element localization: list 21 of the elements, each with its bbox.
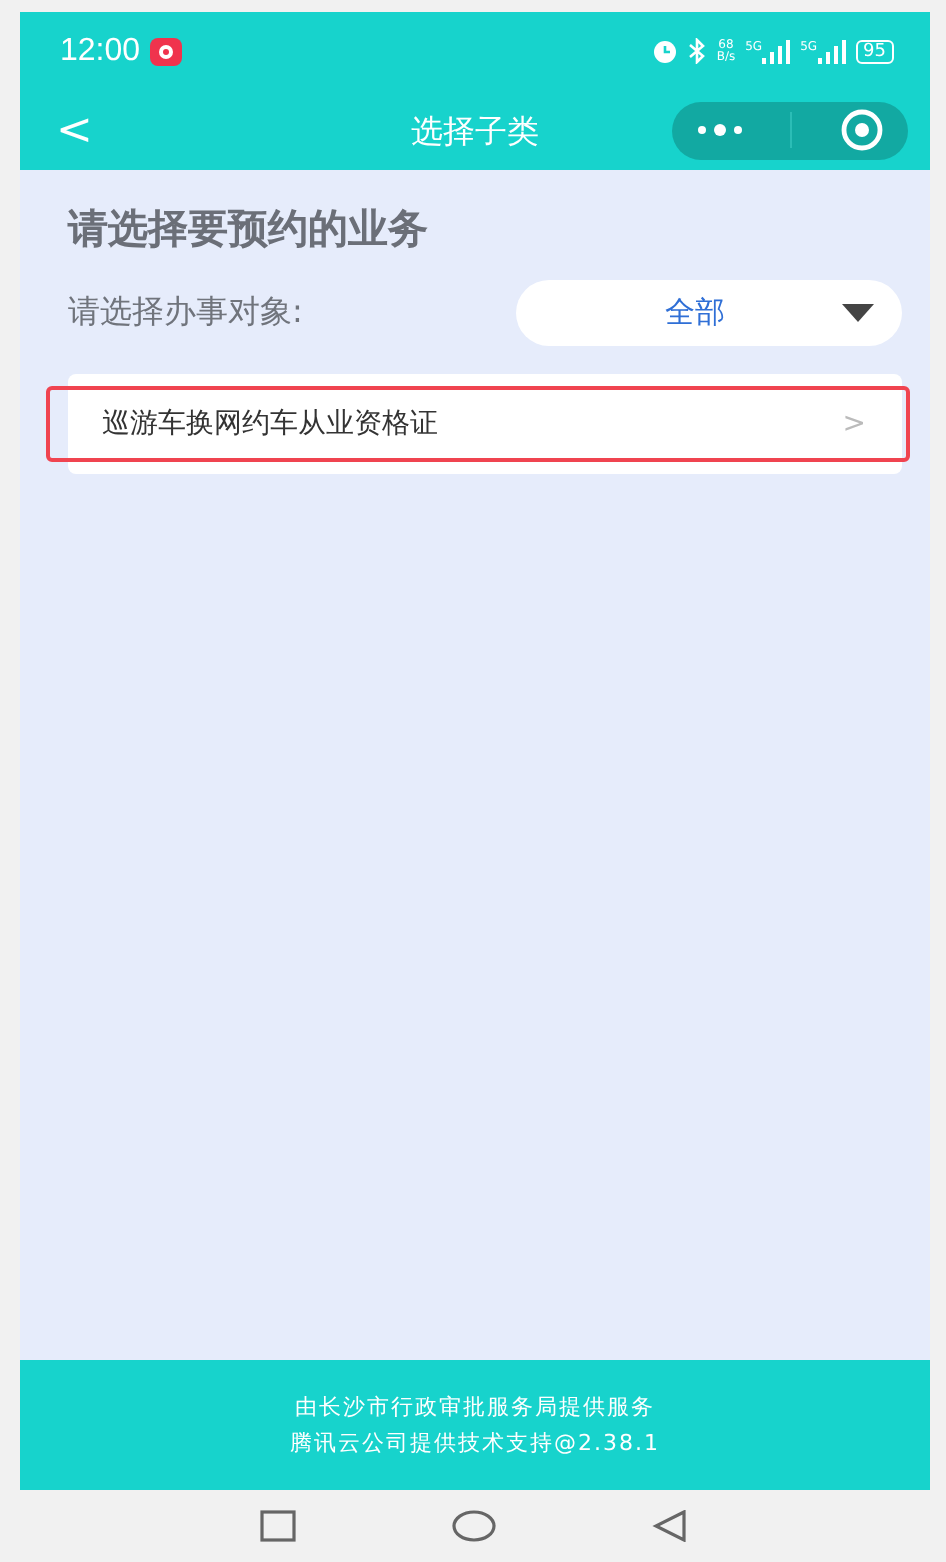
filter-dropdown[interactable]: 全部 (516, 280, 902, 346)
filter-label: 请选择办事对象: (68, 292, 303, 334)
app-notification-icon (150, 37, 183, 65)
chevron-icon: > (842, 408, 866, 440)
circle-nav-icon[interactable] (451, 1510, 495, 1542)
bluetooth-icon (688, 38, 707, 64)
signal-icon (762, 39, 791, 63)
square-nav-icon[interactable] (259, 1510, 295, 1542)
footer-text: 腾讯云公司提供技术支持@2.38.1 (290, 1428, 660, 1458)
triangle-nav-icon[interactable] (651, 1510, 687, 1542)
signal-icon (817, 39, 846, 63)
clock-time: 12:00 (60, 33, 141, 69)
close-icon[interactable] (840, 108, 885, 152)
section-heading: 请选择要预约的业务 (68, 202, 430, 256)
more-icon[interactable] (695, 122, 744, 138)
page-title: 选择子类 (411, 112, 539, 154)
footer-text: 由长沙市行政审批服务局提供服务 (295, 1392, 655, 1422)
alarm-icon (652, 38, 679, 64)
battery-level: 95 (855, 39, 894, 63)
service-item[interactable]: 巡游车换网约车从业资格证 > (46, 386, 910, 462)
dropdown-caret-icon (842, 304, 874, 322)
